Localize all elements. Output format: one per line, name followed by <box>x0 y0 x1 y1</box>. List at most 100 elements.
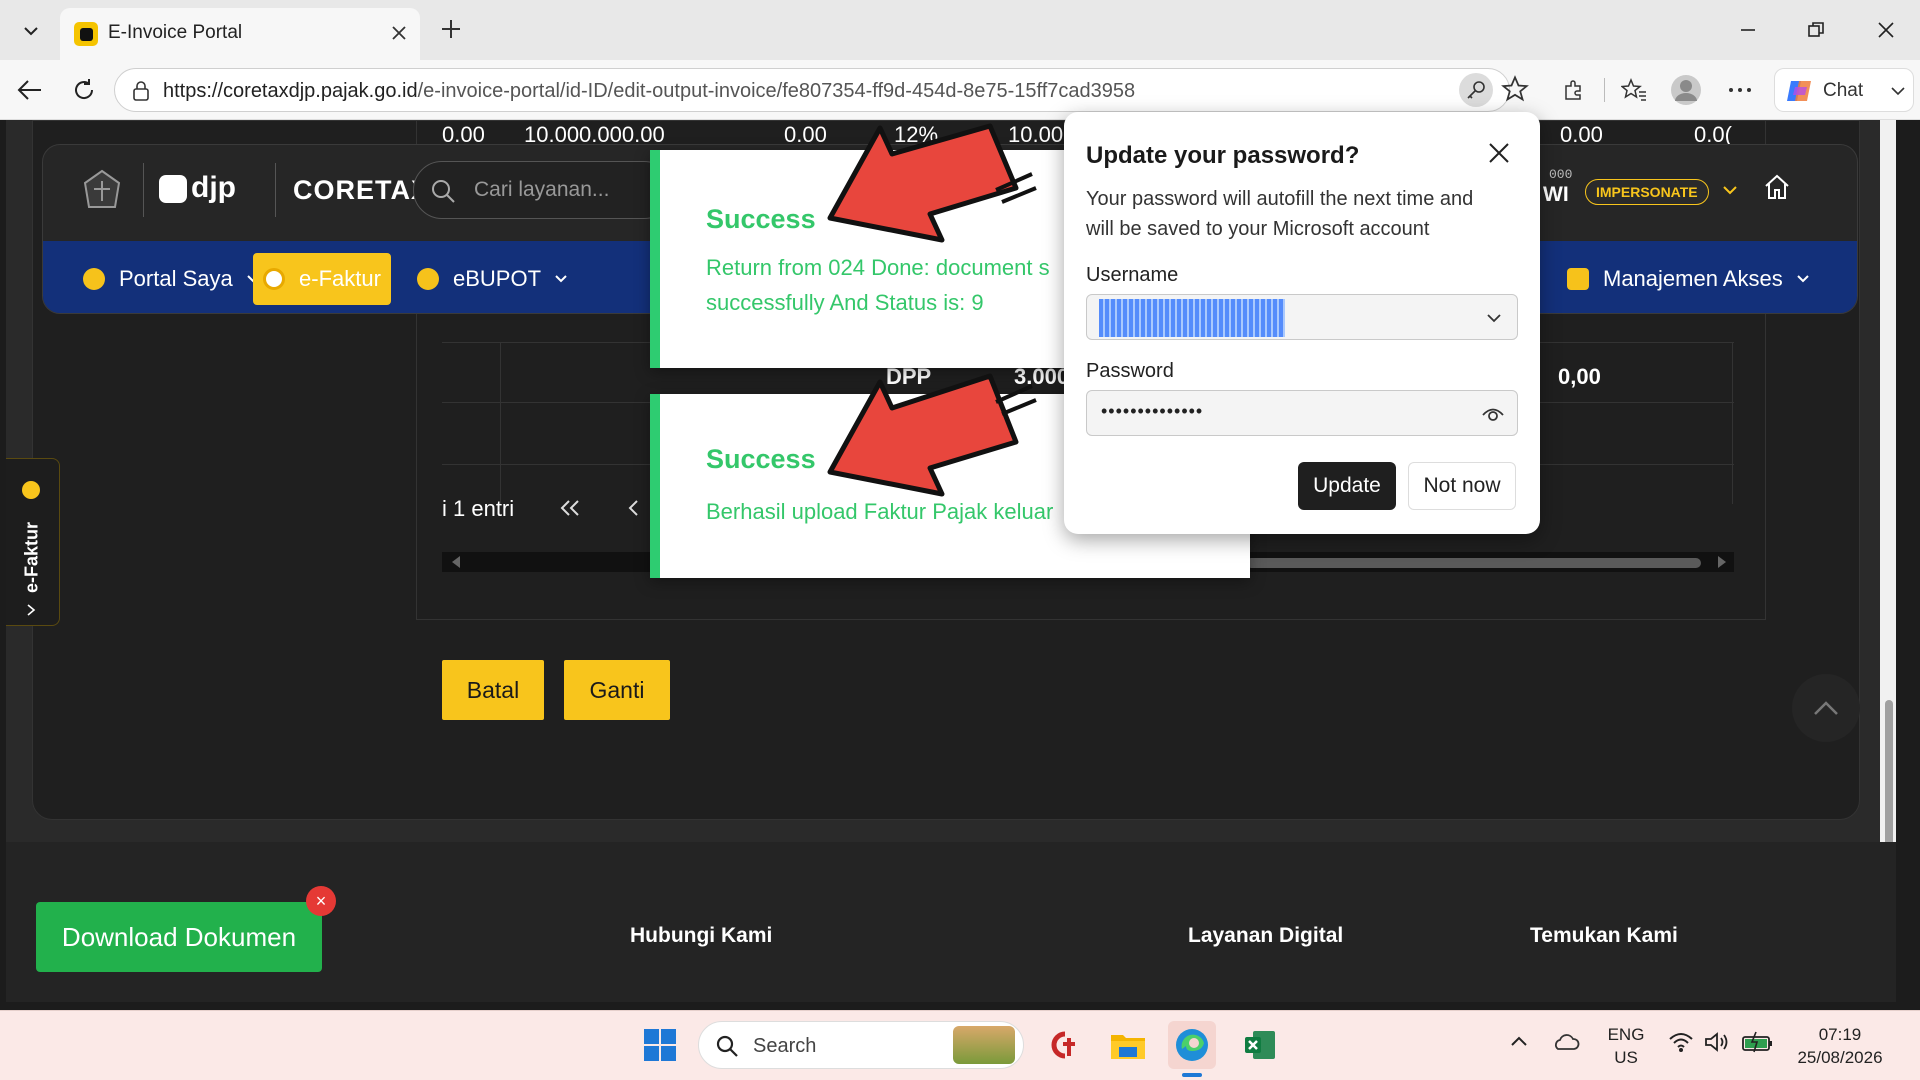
djp-logo-text: djp <box>191 171 236 204</box>
nav-portal-saya[interactable]: Portal Saya <box>83 253 259 305</box>
footer-link-digital[interactable]: Layanan Digital <box>1188 924 1343 948</box>
nav-manajemen-akses[interactable]: Manajemen Akses <box>1567 253 1809 305</box>
dialog-close-button[interactable] <box>1488 142 1510 164</box>
clock-time: 07:19 <box>1818 1025 1862 1044</box>
eye-icon[interactable] <box>1481 403 1505 425</box>
minimize-button[interactable] <box>1728 10 1768 50</box>
search-icon <box>432 180 455 203</box>
close-icon <box>1489 143 1509 163</box>
footer-link-contact[interactable]: Hubungi Kami <box>630 924 772 948</box>
favorites-button[interactable] <box>1616 72 1652 108</box>
active-tab[interactable]: E-Invoice Portal <box>60 8 420 60</box>
wifi-icon <box>1669 1033 1693 1052</box>
profile-button[interactable] <box>1668 72 1704 108</box>
excel-icon <box>1245 1031 1275 1059</box>
start-button[interactable] <box>636 1021 684 1069</box>
nav-e-faktur[interactable]: e-Faktur <box>253 253 391 305</box>
refresh-icon <box>75 79 94 99</box>
close-window-button[interactable] <box>1866 10 1906 50</box>
back-button[interactable] <box>12 72 48 108</box>
refresh-button[interactable] <box>66 72 102 108</box>
taskbar-search[interactable]: Search <box>698 1021 1024 1069</box>
tab-close-button[interactable] <box>386 20 412 46</box>
portal-icon <box>83 268 105 290</box>
search-highlight-icon <box>953 1026 1015 1064</box>
restore-button[interactable] <box>1796 10 1836 50</box>
djp-logo-icon <box>159 175 187 203</box>
favorites-icon <box>1621 78 1646 101</box>
scroll-left-arrow-icon[interactable] <box>452 556 462 568</box>
tray-overflow-button[interactable] <box>1510 1035 1528 1047</box>
wifi-tray-icon[interactable] <box>1668 1031 1694 1053</box>
chat-label: Chat <box>1823 80 1864 101</box>
scrollbar-thumb[interactable] <box>1246 558 1701 568</box>
chevron-left-icon <box>628 500 638 516</box>
e-faktur-side-tab[interactable]: e-Faktur <box>6 458 60 626</box>
language-indicator[interactable]: ENG US <box>1604 1023 1648 1069</box>
battery-tray-icon[interactable] <box>1742 1031 1774 1053</box>
chevron-down-icon[interactable] <box>1723 185 1737 195</box>
taskbar-app-coretax[interactable] <box>1038 1021 1086 1069</box>
ebupot-icon <box>417 268 439 290</box>
language-line: US <box>1614 1048 1638 1067</box>
clock[interactable]: 07:19 25/08/2026 <box>1790 1023 1890 1069</box>
tab-favicon-icon <box>74 22 98 46</box>
side-tab-label: e-Faktur <box>21 522 42 594</box>
password-key-button[interactable] <box>1459 73 1493 107</box>
user-code: 000 <box>1549 167 1573 182</box>
pagination-info: i 1 entri <box>442 496 515 521</box>
speaker-icon <box>1705 1032 1728 1052</box>
service-search[interactable]: Cari layanan... <box>413 161 673 219</box>
address-bar[interactable]: https://coretaxdjp.pajak.go.id/e-invoice… <box>114 68 1529 112</box>
tab-list-button[interactable] <box>14 14 48 48</box>
star-icon <box>1501 75 1529 102</box>
windows-logo-icon <box>644 1029 676 1061</box>
favorite-star-button[interactable] <box>1501 75 1529 103</box>
nav-ebupot[interactable]: eBUPOT <box>417 253 567 305</box>
search-placeholder: Cari layanan... <box>474 178 610 201</box>
chevron-down-icon <box>24 27 38 36</box>
replace-button[interactable]: Ganti <box>564 660 670 720</box>
more-options-button[interactable] <box>1722 72 1758 108</box>
password-field[interactable]: •••••••••••••• <box>1086 390 1518 436</box>
home-button[interactable] <box>1763 173 1791 201</box>
username-field[interactable] <box>1086 294 1518 340</box>
password-label: Password <box>1086 360 1174 382</box>
volume-tray-icon[interactable] <box>1704 1031 1730 1053</box>
taskbar-app-file-explorer[interactable] <box>1104 1021 1152 1069</box>
not-now-button[interactable]: Not now <box>1408 462 1516 510</box>
taskbar-app-edge[interactable] <box>1168 1021 1216 1069</box>
first-page-button[interactable] <box>558 498 582 518</box>
new-tab-button[interactable] <box>434 12 468 46</box>
puzzle-icon <box>1565 80 1581 100</box>
e-faktur-icon <box>22 481 40 499</box>
close-icon <box>1878 22 1894 38</box>
update-button[interactable]: Update <box>1298 462 1396 510</box>
toast-message: Return from 024 Done: document s <box>706 255 1050 280</box>
tab-title: E-Invoice Portal <box>108 22 243 43</box>
cloud-icon <box>1555 1034 1580 1050</box>
cancel-button[interactable]: Batal <box>442 660 544 720</box>
download-close-button[interactable]: × <box>306 886 336 916</box>
profile-avatar-icon <box>1671 75 1701 105</box>
prev-page-button[interactable] <box>626 498 640 518</box>
onedrive-tray-icon[interactable] <box>1552 1031 1580 1053</box>
nav-label: e-Faktur <box>299 266 381 291</box>
download-document-button[interactable]: Download Dokumen <box>36 902 322 972</box>
extensions-button[interactable] <box>1556 72 1592 108</box>
scroll-to-top-button[interactable] <box>1792 674 1860 742</box>
taskbar-app-excel[interactable] <box>1236 1021 1284 1069</box>
scroll-right-arrow-icon[interactable] <box>1716 556 1726 568</box>
toolbar-divider <box>1604 78 1605 102</box>
search-icon <box>716 1035 738 1057</box>
more-dots-icon <box>1729 88 1751 92</box>
e-faktur-icon <box>263 268 286 290</box>
update-password-dialog: Update your password? Your password will… <box>1064 112 1540 534</box>
copilot-chat-button[interactable]: Chat <box>1774 68 1914 112</box>
nav-label: eBUPOT <box>453 266 542 291</box>
clock-date: 25/08/2026 <box>1797 1048 1883 1067</box>
close-icon <box>392 26 406 40</box>
dialog-description: Your password will autofill the next tim… <box>1086 188 1474 210</box>
footer-link-find-us[interactable]: Temukan Kami <box>1530 924 1678 948</box>
minimize-icon <box>1741 29 1755 31</box>
